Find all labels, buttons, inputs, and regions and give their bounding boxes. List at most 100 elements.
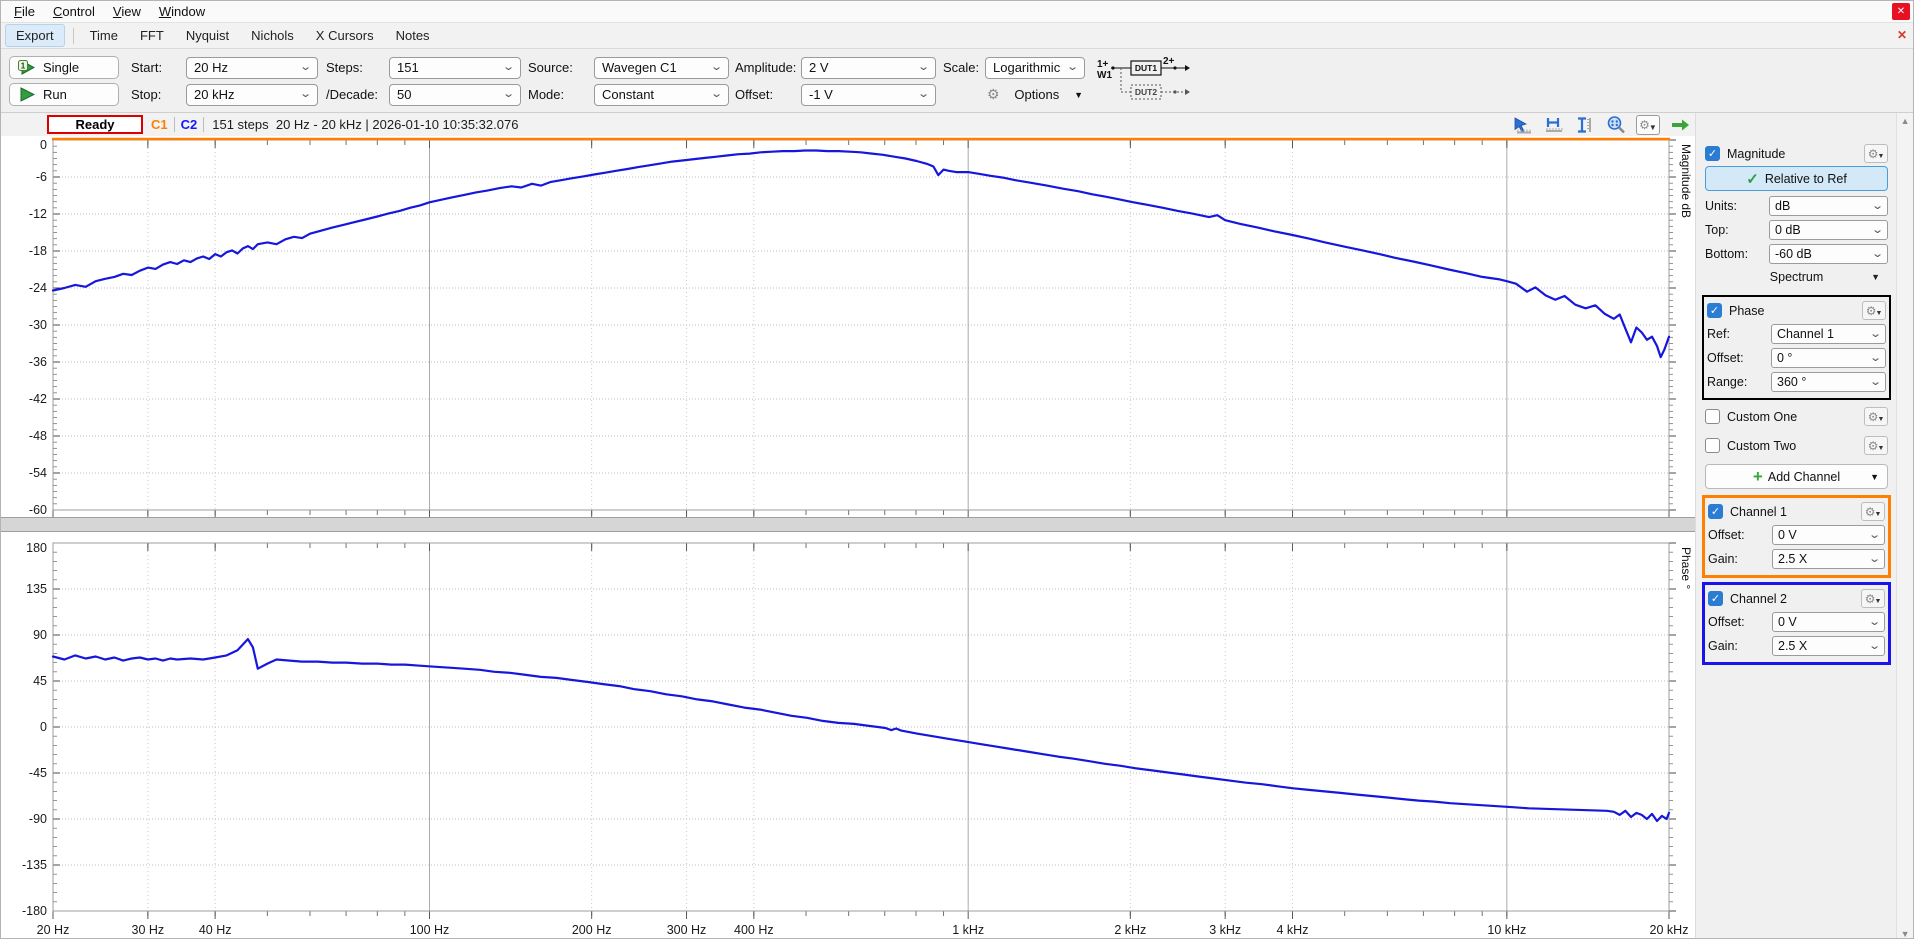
top-select[interactable]: 0 dB ⌄ [1769, 220, 1889, 240]
phase-offset-select[interactable]: 0 ° ⌄ [1771, 348, 1887, 368]
top-label: Top: [1705, 223, 1729, 237]
channel2-gain-select[interactable]: 2.5 X ⌄ [1772, 636, 1886, 656]
units-select[interactable]: dB ⌄ [1769, 196, 1889, 216]
channel1-gear-button[interactable]: ⚙ ▼ [1861, 502, 1886, 521]
custom-two-row: Custom Two ⚙ ▼ [1705, 433, 1889, 458]
magnitude-checkbox[interactable]: ✓ [1705, 146, 1720, 161]
channel1-gain-select[interactable]: 2.5 X ⌄ [1772, 549, 1886, 569]
run-button-label: Run [43, 87, 67, 102]
menu-window[interactable]: Window [150, 2, 214, 21]
tab-nyquist[interactable]: Nyquist [176, 25, 239, 46]
steps-select[interactable]: 151 ⌄ [389, 56, 521, 79]
menu-bar: File Control View Window ✕ [1, 1, 1913, 23]
panel-scrollbar[interactable]: ▲ ▼ [1896, 113, 1913, 938]
scroll-up-icon[interactable]: ▲ [1901, 116, 1910, 126]
phase-axis-title: Phase ° [1679, 547, 1693, 589]
custom-one-checkbox[interactable] [1705, 409, 1720, 424]
ref-select[interactable]: Channel 1 ⌄ [1771, 324, 1887, 344]
channel1-offset-select[interactable]: 0 V ⌄ [1772, 525, 1886, 545]
spectrum-expander[interactable]: Spectrum ▼ [1705, 266, 1888, 287]
y-tick-label: -54 [29, 466, 47, 480]
phase-gear-button[interactable]: ⚙ ▼ [1862, 301, 1887, 320]
channel2-gear-button[interactable]: ⚙ ▼ [1861, 589, 1886, 608]
bode-plot-svg[interactable]: 0 -6 -12 -18 -24 -30 -36 -42 -48 -54 -60 Magnitude … [1, 136, 1695, 939]
menu-control[interactable]: Control [44, 2, 104, 21]
channel1-indicator[interactable]: C1 [151, 117, 168, 132]
custom-two-gear-button[interactable]: ⚙ ▼ [1864, 436, 1889, 455]
scale-select[interactable]: Logarithmic ⌄ [985, 56, 1085, 79]
bottom-select[interactable]: -60 dB ⌄ [1769, 244, 1889, 264]
scroll-down-icon[interactable]: ▼ [1901, 929, 1910, 938]
stop-select[interactable]: 20 kHz ⌄ [186, 83, 318, 106]
chevron-down-icon: ⌄ [709, 88, 723, 100]
chevron-down-icon: ⌄ [501, 88, 515, 100]
add-channel-button[interactable]: + Add Channel ▼ [1705, 464, 1889, 489]
y-tick-label: -48 [29, 429, 47, 443]
source-select[interactable]: Wavegen C1 ⌄ [594, 56, 729, 79]
menu-view[interactable]: View [104, 2, 150, 21]
tab-fft[interactable]: FFT [130, 25, 174, 46]
phase-checkbox[interactable]: ✓ [1707, 303, 1722, 318]
x-axis-labels: 20 Hz 30 Hz 40 Hz 100 Hz 200 Hz 300 Hz 400 Hz 1… [37, 923, 1689, 937]
phase-curve [51, 638, 1671, 823]
start-select[interactable]: 20 Hz ⌄ [186, 56, 318, 79]
mode-label: Mode: [528, 87, 565, 102]
relative-to-ref-button[interactable]: ✓ Relative to Ref [1705, 166, 1889, 191]
y-tick-label: -36 [29, 355, 47, 369]
channel2-checkbox[interactable]: ✓ [1708, 591, 1723, 606]
run-button[interactable]: Run [9, 83, 119, 106]
x-tick-label: 2 kHz [1114, 923, 1146, 937]
y-tick-label: -6 [36, 170, 47, 184]
options-label: Options [1014, 87, 1060, 102]
offset-select[interactable]: -1 V ⌄ [801, 83, 936, 106]
y-tick-label: -135 [22, 858, 47, 872]
chevron-down-icon: ⌄ [916, 88, 930, 100]
vertical-cursors-icon[interactable] [1574, 115, 1596, 134]
magnitude-gear-button[interactable]: ⚙ ▼ [1864, 144, 1889, 163]
view-tab-bar: Export Time FFT Nyquist Nichols X Cursor… [1, 23, 1913, 49]
tab-notes[interactable]: Notes [386, 25, 440, 46]
phase-plot[interactable]: 180 135 90 45 0 -45 -90 -135 -180 Phase ° [22, 541, 1693, 919]
tab-export[interactable]: Export [5, 24, 65, 47]
custom-two-checkbox[interactable] [1705, 438, 1720, 453]
channel2-offset-select[interactable]: 0 V ⌄ [1772, 612, 1886, 632]
options-dropdown[interactable]: ⚙ Options ▼ [985, 86, 1085, 103]
menu-file[interactable]: File [5, 2, 44, 21]
chevron-down-icon: ⌄ [1869, 375, 1882, 388]
mode-select[interactable]: Constant ⌄ [594, 83, 729, 106]
popout-arrow-icon[interactable] [1669, 115, 1691, 134]
magnitude-plot[interactable]: 0 -6 -12 -18 -24 -30 -36 -42 -48 -54 -60 Magnitude … [29, 137, 1693, 518]
channel2-section-title: Channel 2 [1730, 591, 1787, 606]
single-button[interactable]: 1 Single [9, 56, 119, 79]
tab-x-cursors[interactable]: X Cursors [306, 25, 384, 46]
plot-splitter[interactable] [1, 517, 1695, 532]
horizontal-cursors-icon[interactable] [1543, 115, 1565, 134]
svg-text:W1: W1 [1097, 70, 1112, 81]
amplitude-select[interactable]: 2 V ⌄ [801, 56, 936, 79]
status-badge: Ready [47, 115, 143, 134]
x-tick-label: 1 kHz [952, 923, 984, 937]
x-tick-label: 20 kHz [1650, 923, 1689, 937]
plot-settings-gear-button[interactable]: ⚙ ▼ [1636, 114, 1660, 135]
zoom-magnifier-icon[interactable] [1605, 115, 1627, 134]
instrument-close-icon[interactable]: ✕ [1897, 28, 1907, 42]
range-select[interactable]: 360 ° ⌄ [1771, 372, 1887, 392]
magnitude-curve [51, 149, 1671, 359]
magnitude-section-title: Magnitude [1727, 146, 1786, 161]
waveforms-network-analyzer-window: File Control View Window ✕ Export Time F… [0, 0, 1914, 939]
custom-one-gear-button[interactable]: ⚙ ▼ [1864, 407, 1889, 426]
y-tick-label: -60 [29, 503, 47, 517]
close-icon[interactable]: ✕ [1892, 3, 1910, 20]
y-tick-label: 45 [33, 674, 47, 688]
y-tick-label: -180 [22, 904, 47, 918]
tab-time[interactable]: Time [80, 25, 128, 46]
channel1-checkbox[interactable]: ✓ [1708, 504, 1723, 519]
chevron-down-icon: ⌄ [1868, 552, 1881, 565]
y-tick-label: -42 [29, 392, 47, 406]
channel1-section: ✓ Channel 1 ⚙ ▼ Offset: 0 V ⌄ Gain: 2.5 X ⌄ [1702, 495, 1892, 578]
channel2-indicator[interactable]: C2 [181, 117, 198, 132]
tab-nichols[interactable]: Nichols [241, 25, 304, 46]
pointer-cursor-icon[interactable] [1512, 115, 1534, 134]
svg-text:2+: 2+ [1163, 56, 1175, 67]
per-decade-select[interactable]: 50 ⌄ [389, 83, 521, 106]
